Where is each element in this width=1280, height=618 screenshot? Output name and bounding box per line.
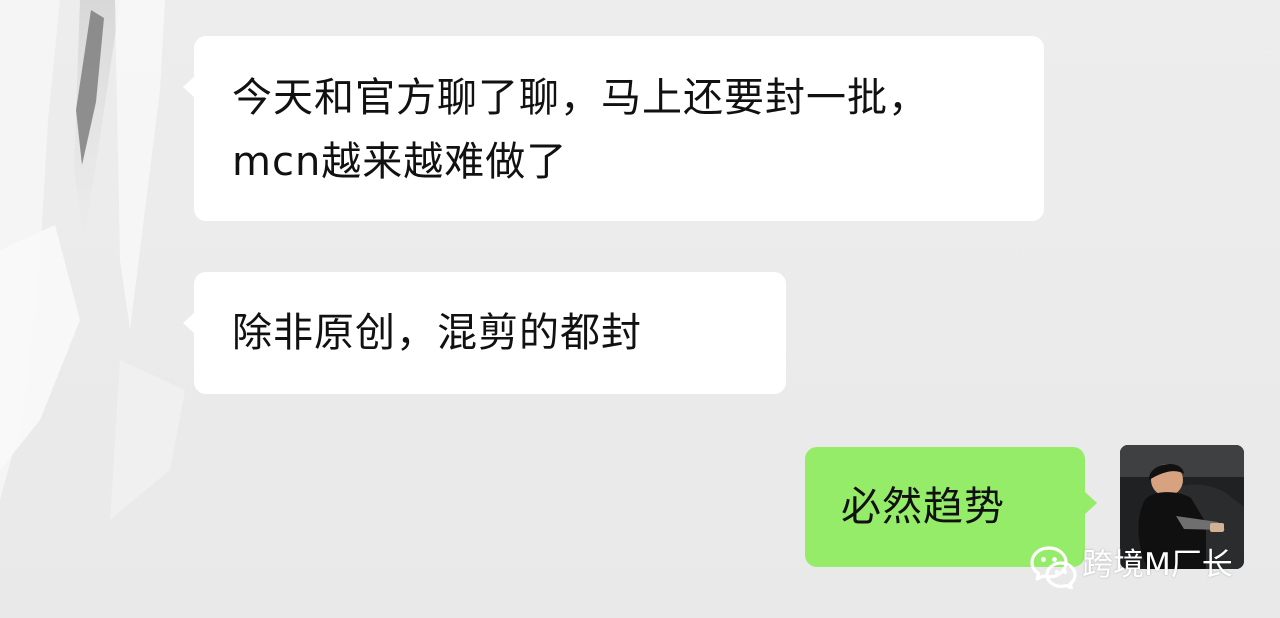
watermark-text: 跨境M厂长 (1082, 547, 1233, 583)
message-text: 今天和官方聊了聊，马上还要封一批，mcn越来越难做了 (232, 75, 929, 185)
chat-message-incoming[interactable]: 除非原创，混剪的都封 (183, 272, 786, 394)
message-text: 必然趋势 (841, 484, 1005, 530)
wechat-icon (1030, 546, 1077, 589)
watermark: 跨境M厂长 (1030, 541, 1260, 589)
message-text: 除非原创，混剪的都封 (232, 310, 642, 356)
chat-message-incoming[interactable]: 今天和官方聊了聊，马上还要封一批，mcn越来越难做了 (183, 36, 1044, 221)
